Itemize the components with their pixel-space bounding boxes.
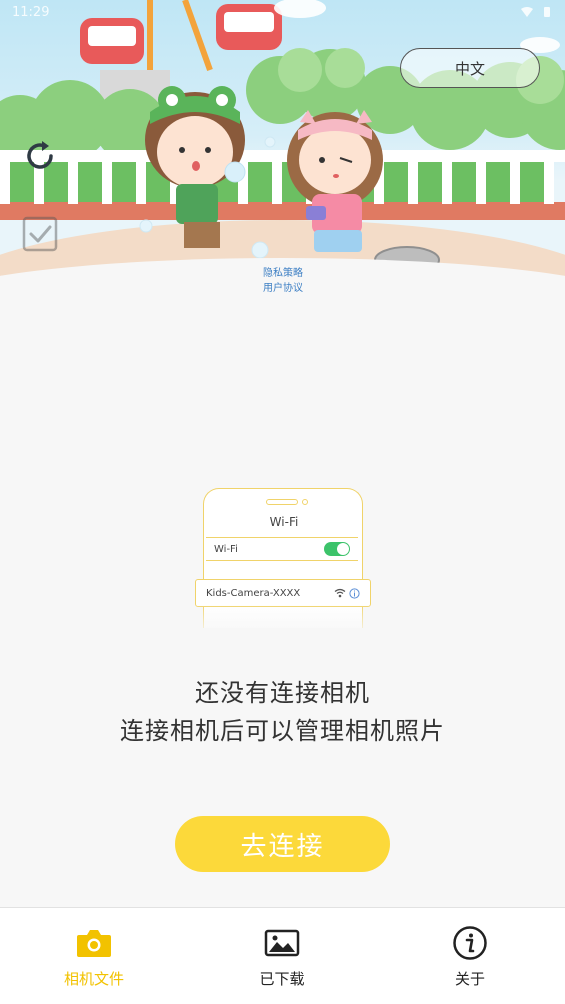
status-bar: 11:29 xyxy=(0,0,565,24)
boy-character-icon xyxy=(139,86,276,259)
bottom-tab-bar: 相机文件 已下载 关于 xyxy=(0,907,565,1004)
policy-links: 隐私策略 用户协议 xyxy=(250,266,316,296)
network-row: Kids-Camera-XXXX xyxy=(195,579,371,607)
camera-icon xyxy=(76,926,112,960)
wifi-guide-illustration: Wi-Fi Wi-Fi Kids-Camera-XXXX xyxy=(186,486,378,636)
connect-button[interactable]: 去连接 xyxy=(175,816,390,872)
tab-label: 关于 xyxy=(454,970,485,988)
privacy-policy-link[interactable]: 隐私策略 xyxy=(250,266,316,281)
tab-label: 已下载 xyxy=(259,970,305,988)
wifi-toggle-row: Wi-Fi xyxy=(206,537,358,561)
illustration-fade xyxy=(186,604,378,636)
language-label: 中文 xyxy=(454,59,485,78)
wifi-settings-title: Wi-Fi xyxy=(269,515,299,529)
connect-hint-message: 连接相机后可以管理相机照片 xyxy=(120,717,445,745)
tab-about[interactable]: 关于 xyxy=(376,908,564,1004)
tab-downloaded[interactable]: 已下载 xyxy=(188,908,376,1004)
refresh-button[interactable] xyxy=(20,136,60,176)
select-checkbox-icon[interactable] xyxy=(22,216,58,252)
phone-speaker xyxy=(266,499,298,505)
kids-illustration xyxy=(139,86,440,274)
girl-character-icon xyxy=(287,110,383,252)
status-time: 11:29 xyxy=(12,4,50,20)
status-icons xyxy=(521,6,553,18)
image-icon xyxy=(264,926,300,960)
wifi-toggle-icon xyxy=(324,542,350,556)
refresh-icon xyxy=(27,141,53,169)
user-agreement-link[interactable]: 用户协议 xyxy=(250,281,316,296)
info-small-icon xyxy=(349,587,360,599)
header-illustration: 11:29 中文 隐私策略 用户协议 xyxy=(0,0,565,300)
language-button[interactable]: 中文 xyxy=(400,48,540,88)
tab-label: 相机文件 xyxy=(63,970,124,988)
wifi-row-label: Wi-Fi xyxy=(214,543,238,555)
connect-button-label: 去连接 xyxy=(240,831,325,862)
wifi-signal-icon xyxy=(521,7,533,17)
tab-camera-files[interactable]: 相机文件 xyxy=(0,908,188,1004)
battery-icon xyxy=(544,7,550,17)
info-icon xyxy=(452,926,488,960)
phone-camera-dot xyxy=(302,499,308,505)
network-name: Kids-Camera-XXXX xyxy=(206,587,301,599)
wifi-icon xyxy=(334,588,346,598)
not-connected-message: 还没有连接相机 xyxy=(195,679,370,707)
network-row-icons xyxy=(334,587,360,599)
